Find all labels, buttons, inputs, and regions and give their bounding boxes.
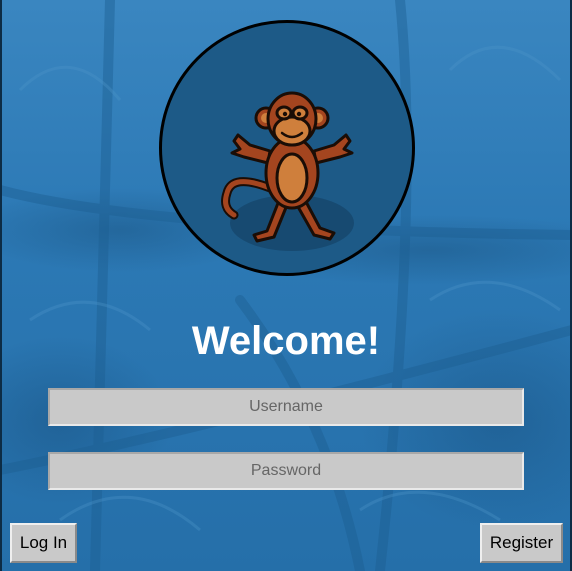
register-button[interactable]: Register [480, 523, 563, 563]
login-button[interactable]: Log In [10, 523, 77, 563]
left-border [0, 0, 2, 571]
avatar [159, 20, 415, 276]
welcome-heading: Welcome! [191, 319, 381, 363]
password-input[interactable] [48, 452, 524, 490]
username-input[interactable] [48, 388, 524, 426]
monkey-icon [221, 91, 354, 251]
